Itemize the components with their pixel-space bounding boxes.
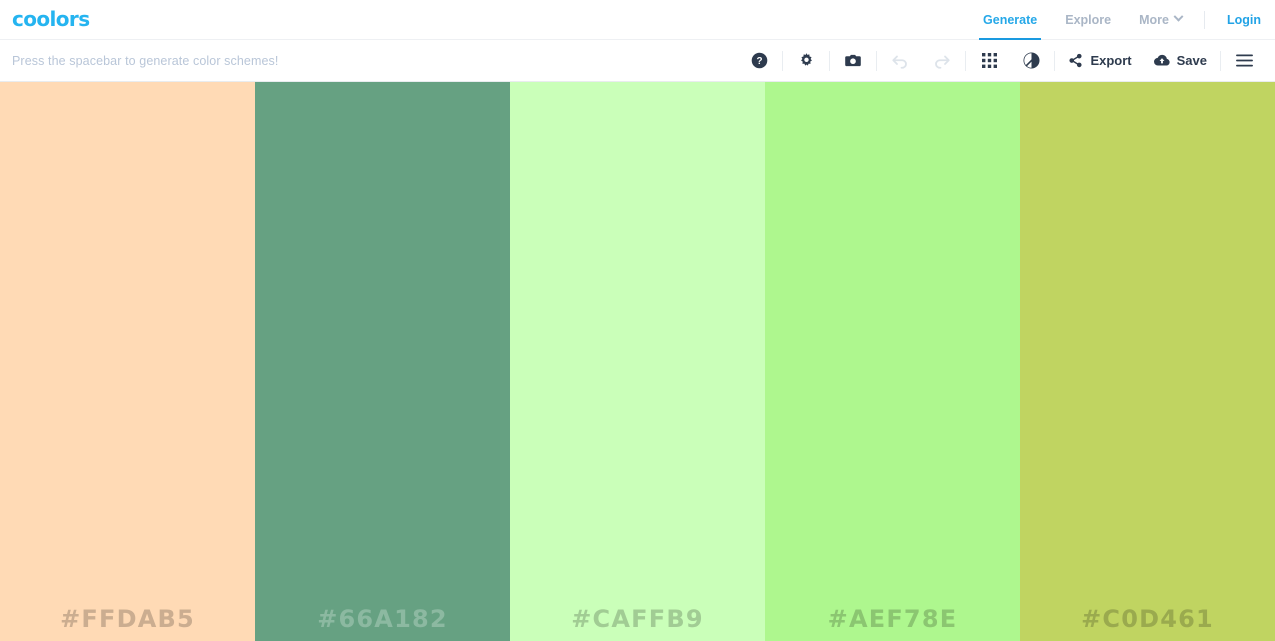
coolors-logo[interactable]: coolors [12, 9, 90, 31]
chevron-down-icon [1173, 11, 1184, 22]
color-hex-label[interactable]: #AEF78E [828, 605, 958, 641]
help-icon: ? [751, 52, 768, 69]
help-button[interactable]: ? [738, 40, 780, 82]
color-swatch-3[interactable]: #CAFFB9 [510, 82, 765, 641]
toolbar-divider-1 [782, 50, 784, 71]
login-button[interactable]: Login [1213, 0, 1261, 40]
nav-item-more[interactable]: More [1125, 0, 1196, 40]
cloud-upload-icon [1153, 53, 1170, 68]
toolbar-divider-5 [1054, 50, 1056, 71]
share-icon [1068, 53, 1083, 68]
app-header: coolors Generate Explore More Login [0, 0, 1275, 40]
contrast-icon [1023, 52, 1040, 69]
save-label: Save [1176, 53, 1207, 68]
contrast-checker-button[interactable] [1010, 40, 1052, 82]
grid-view-button[interactable] [968, 40, 1010, 82]
nav-item-explore[interactable]: Explore [1051, 0, 1125, 40]
settings-button[interactable] [785, 40, 827, 82]
toolbar-divider-6 [1220, 50, 1221, 71]
undo-button[interactable] [879, 40, 921, 82]
login-label: Login [1226, 12, 1261, 27]
gear-icon [798, 52, 815, 69]
camera-button[interactable] [832, 40, 874, 82]
color-swatch-5[interactable]: #C0D461 [1020, 82, 1275, 641]
color-hex-label[interactable]: #C0D461 [1081, 605, 1214, 641]
toolbar-divider-3 [876, 50, 878, 71]
redo-button[interactable] [921, 40, 963, 82]
editor-toolbar: Press the spacebar to generate color sch… [0, 40, 1275, 82]
save-button[interactable]: Save [1143, 40, 1218, 82]
menu-button[interactable] [1223, 40, 1265, 82]
color-palette: #FFDAB5 #66A182 #CAFFB9 #AEF78E #C0D461 [0, 82, 1275, 641]
main-navigation: Generate Explore More Login [969, 0, 1261, 40]
nav-label-explore: Explore [1065, 12, 1112, 27]
color-hex-label[interactable]: #FFDAB5 [60, 605, 195, 641]
camera-icon [844, 52, 862, 69]
nav-item-generate[interactable]: Generate [969, 0, 1051, 40]
export-label: Export [1090, 53, 1132, 68]
svg-text:?: ? [756, 56, 762, 67]
export-button[interactable]: Export [1057, 40, 1142, 82]
color-swatch-2[interactable]: #66A182 [255, 82, 510, 641]
toolbar-divider-2 [829, 50, 831, 71]
color-swatch-1[interactable]: #FFDAB5 [0, 82, 255, 641]
nav-label-generate: Generate [983, 12, 1038, 27]
spacebar-hint: Press the spacebar to generate color sch… [12, 53, 279, 68]
nav-label-more: More [1139, 12, 1169, 27]
color-hex-label[interactable]: #CAFFB9 [571, 605, 703, 641]
color-swatch-4[interactable]: #AEF78E [765, 82, 1020, 641]
undo-icon [891, 52, 909, 70]
redo-icon [933, 52, 951, 70]
toolbar-actions: ? Export Save [738, 40, 1265, 82]
nav-divider [1203, 10, 1205, 29]
color-hex-label[interactable]: #66A182 [317, 605, 448, 641]
hamburger-menu-icon [1235, 53, 1253, 68]
toolbar-divider-4 [965, 50, 967, 71]
grid-icon [981, 53, 997, 68]
